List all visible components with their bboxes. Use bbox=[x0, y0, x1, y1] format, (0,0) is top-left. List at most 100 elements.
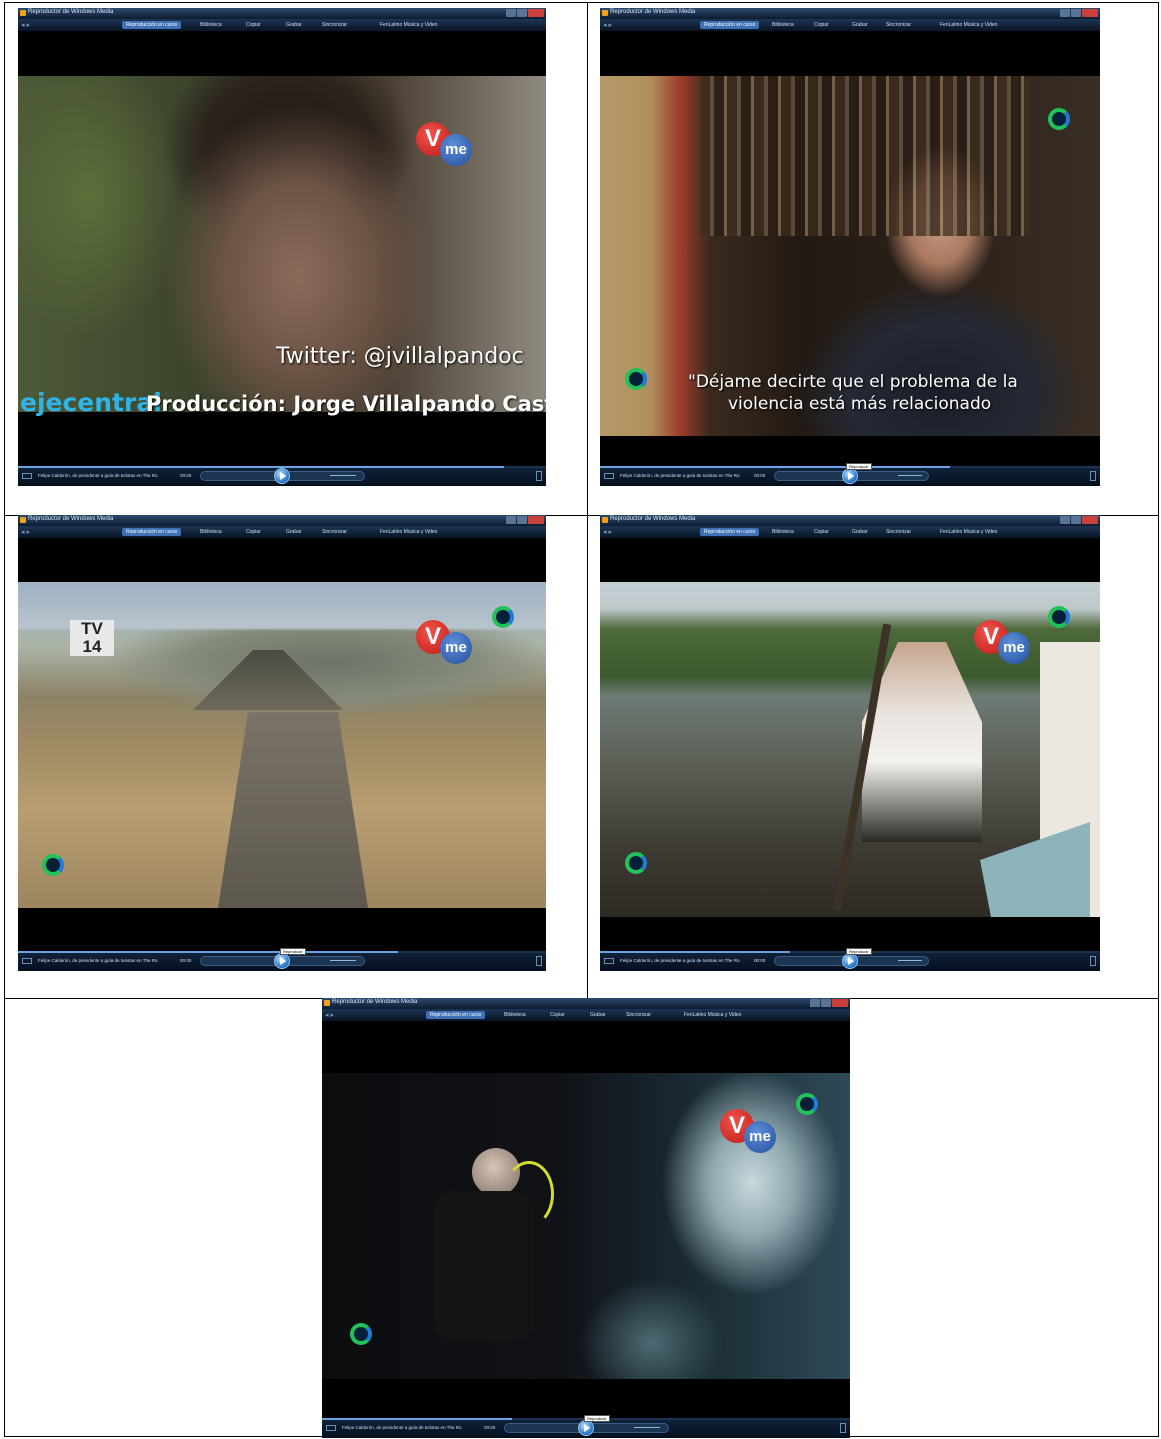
volume-slider[interactable] bbox=[634, 1427, 660, 1428]
window-title: Reproductor de Windows Media bbox=[332, 999, 418, 1005]
media-player-window-4: Reproductor de Windows Media ◂ ▸ Reprodu… bbox=[600, 515, 1100, 971]
tab-burn[interactable]: Grabar bbox=[286, 528, 302, 536]
tab-burn[interactable]: Grabar bbox=[852, 21, 868, 29]
maximize-button[interactable] bbox=[1071, 516, 1081, 524]
tab-online-store[interactable]: FenLatino Música y Video bbox=[940, 21, 997, 29]
minimize-button[interactable] bbox=[810, 999, 820, 1007]
tab-bar: ◂ ▸ Reproducción en curso Biblioteca Cop… bbox=[18, 19, 546, 31]
close-button[interactable] bbox=[1082, 516, 1098, 524]
view-mode-icon[interactable] bbox=[604, 473, 614, 479]
play-button[interactable] bbox=[274, 953, 290, 969]
tab-rip[interactable]: Copiar bbox=[814, 528, 829, 536]
tab-library[interactable]: Biblioteca bbox=[772, 528, 794, 536]
volume-slider[interactable] bbox=[898, 960, 922, 961]
title-bar: Reproductor de Windows Media bbox=[18, 8, 546, 19]
maximize-button[interactable] bbox=[517, 9, 527, 17]
window-controls bbox=[506, 9, 544, 17]
fullscreen-icon[interactable] bbox=[1090, 956, 1096, 966]
tab-online-store[interactable]: FenLatino Música y Video bbox=[380, 21, 437, 29]
minimize-button[interactable] bbox=[1060, 516, 1070, 524]
close-button[interactable] bbox=[832, 999, 848, 1007]
close-button[interactable] bbox=[1082, 9, 1098, 17]
tab-rip[interactable]: Copiar bbox=[550, 1011, 565, 1019]
maximize-button[interactable] bbox=[821, 999, 831, 1007]
video-area[interactable]: V me bbox=[600, 582, 1100, 917]
tab-sync[interactable]: Sincronizar bbox=[626, 1011, 651, 1019]
vme-me-mark: me bbox=[744, 1121, 776, 1153]
tab-bar: ◂ ▸ Reproducción en curso Biblioteca Cop… bbox=[18, 526, 546, 538]
vme-me-mark: me bbox=[440, 134, 472, 166]
video-area[interactable]: V me Twitter: @jvillalpandoc bbox=[18, 76, 546, 412]
tab-burn[interactable]: Grabar bbox=[286, 21, 302, 29]
video-area[interactable]: TV 14 V me bbox=[18, 582, 546, 908]
vme-logo: V me bbox=[416, 122, 480, 168]
minimize-button[interactable] bbox=[506, 516, 516, 524]
play-button[interactable] bbox=[578, 1420, 594, 1436]
tab-library[interactable]: Biblioteca bbox=[200, 528, 222, 536]
tab-library[interactable]: Biblioteca bbox=[200, 21, 222, 29]
tab-online-store[interactable]: FenLatino Música y Video bbox=[940, 528, 997, 536]
view-mode-icon[interactable] bbox=[604, 958, 614, 964]
tab-rip[interactable]: Copiar bbox=[814, 21, 829, 29]
play-button[interactable] bbox=[842, 953, 858, 969]
maximize-button[interactable] bbox=[1071, 9, 1081, 17]
tab-now-playing[interactable]: Reproducción en curso bbox=[700, 528, 760, 536]
fullscreen-icon[interactable] bbox=[840, 1423, 846, 1433]
back-forward-arrows-icon[interactable]: ◂ ▸ bbox=[21, 528, 30, 536]
letterbox-top bbox=[18, 31, 546, 76]
back-forward-arrows-icon[interactable]: ◂ ▸ bbox=[603, 21, 612, 29]
tab-online-store[interactable]: FenLatino Música y Video bbox=[684, 1011, 741, 1019]
tab-burn[interactable]: Grabar bbox=[852, 528, 868, 536]
view-mode-icon[interactable] bbox=[326, 1425, 336, 1431]
back-forward-arrows-icon[interactable]: ◂ ▸ bbox=[603, 528, 612, 536]
tab-sync[interactable]: Sincronizar bbox=[322, 528, 347, 536]
letterbox-top bbox=[600, 31, 1100, 76]
play-button[interactable] bbox=[842, 468, 858, 484]
letterbox-top bbox=[322, 1021, 850, 1073]
tab-sync[interactable]: Sincronizar bbox=[886, 528, 911, 536]
tab-now-playing[interactable]: Reproducción en curso bbox=[700, 21, 760, 29]
close-button[interactable] bbox=[528, 516, 544, 524]
minimize-button[interactable] bbox=[506, 9, 516, 17]
channel-ring-logo-icon bbox=[625, 368, 647, 390]
letterbox-bottom bbox=[322, 1379, 850, 1418]
maximize-button[interactable] bbox=[517, 516, 527, 524]
fullscreen-icon[interactable] bbox=[536, 956, 542, 966]
title-bar: Reproductor de Windows Media bbox=[600, 8, 1100, 19]
tab-now-playing[interactable]: Reproducción en curso bbox=[122, 528, 182, 536]
view-mode-icon[interactable] bbox=[22, 958, 32, 964]
player-app-icon bbox=[324, 1000, 330, 1006]
close-button[interactable] bbox=[528, 9, 544, 17]
video-area[interactable]: V me bbox=[322, 1073, 850, 1379]
tab-bar: ◂ ▸ Reproducción en curso Biblioteca Cop… bbox=[600, 19, 1100, 31]
subtitle-line-1: "Déjame decirte que el problema de la bbox=[688, 372, 1018, 392]
now-playing-title: Felipe Calderón, de presidente a guía de… bbox=[620, 958, 740, 963]
fullscreen-icon[interactable] bbox=[1090, 471, 1096, 481]
video-area[interactable]: "Déjame decirte que el problema de la vi… bbox=[600, 76, 1100, 436]
tab-rip[interactable]: Copiar bbox=[246, 21, 261, 29]
window-title: Reproductor de Windows Media bbox=[610, 516, 696, 522]
tab-rip[interactable]: Copiar bbox=[246, 528, 261, 536]
tab-burn[interactable]: Grabar bbox=[590, 1011, 606, 1019]
fullscreen-icon[interactable] bbox=[536, 471, 542, 481]
tab-online-store[interactable]: FenLatino Música y Video bbox=[380, 528, 437, 536]
tab-sync[interactable]: Sincronizar bbox=[886, 21, 911, 29]
back-forward-arrows-icon[interactable]: ◂ ▸ bbox=[21, 21, 30, 29]
minimize-button[interactable] bbox=[1060, 9, 1070, 17]
play-button[interactable] bbox=[274, 468, 290, 484]
volume-slider[interactable] bbox=[898, 475, 922, 476]
view-mode-icon[interactable] bbox=[22, 473, 32, 479]
volume-slider[interactable] bbox=[330, 960, 356, 961]
media-player-window-3: Reproductor de Windows Media ◂ ▸ Reprodu… bbox=[18, 515, 546, 971]
now-playing-title: Felipe Calderón, de presidente a guía de… bbox=[38, 473, 158, 478]
volume-slider[interactable] bbox=[330, 475, 356, 476]
tab-now-playing[interactable]: Reproducción en curso bbox=[122, 21, 182, 29]
tab-bar: ◂ ▸ Reproducción en curso Biblioteca Cop… bbox=[322, 1009, 850, 1021]
tab-library[interactable]: Biblioteca bbox=[504, 1011, 526, 1019]
media-player-window-5: Reproductor de Windows Media ◂ ▸ Reprodu… bbox=[322, 998, 850, 1438]
back-forward-arrows-icon[interactable]: ◂ ▸ bbox=[325, 1011, 334, 1019]
tab-now-playing[interactable]: Reproducción en curso bbox=[426, 1011, 486, 1019]
playback-controls: Felipe Calderón, de presidente a guía de… bbox=[322, 1415, 850, 1438]
tab-library[interactable]: Biblioteca bbox=[772, 21, 794, 29]
tab-sync[interactable]: Sincronizar bbox=[322, 21, 347, 29]
